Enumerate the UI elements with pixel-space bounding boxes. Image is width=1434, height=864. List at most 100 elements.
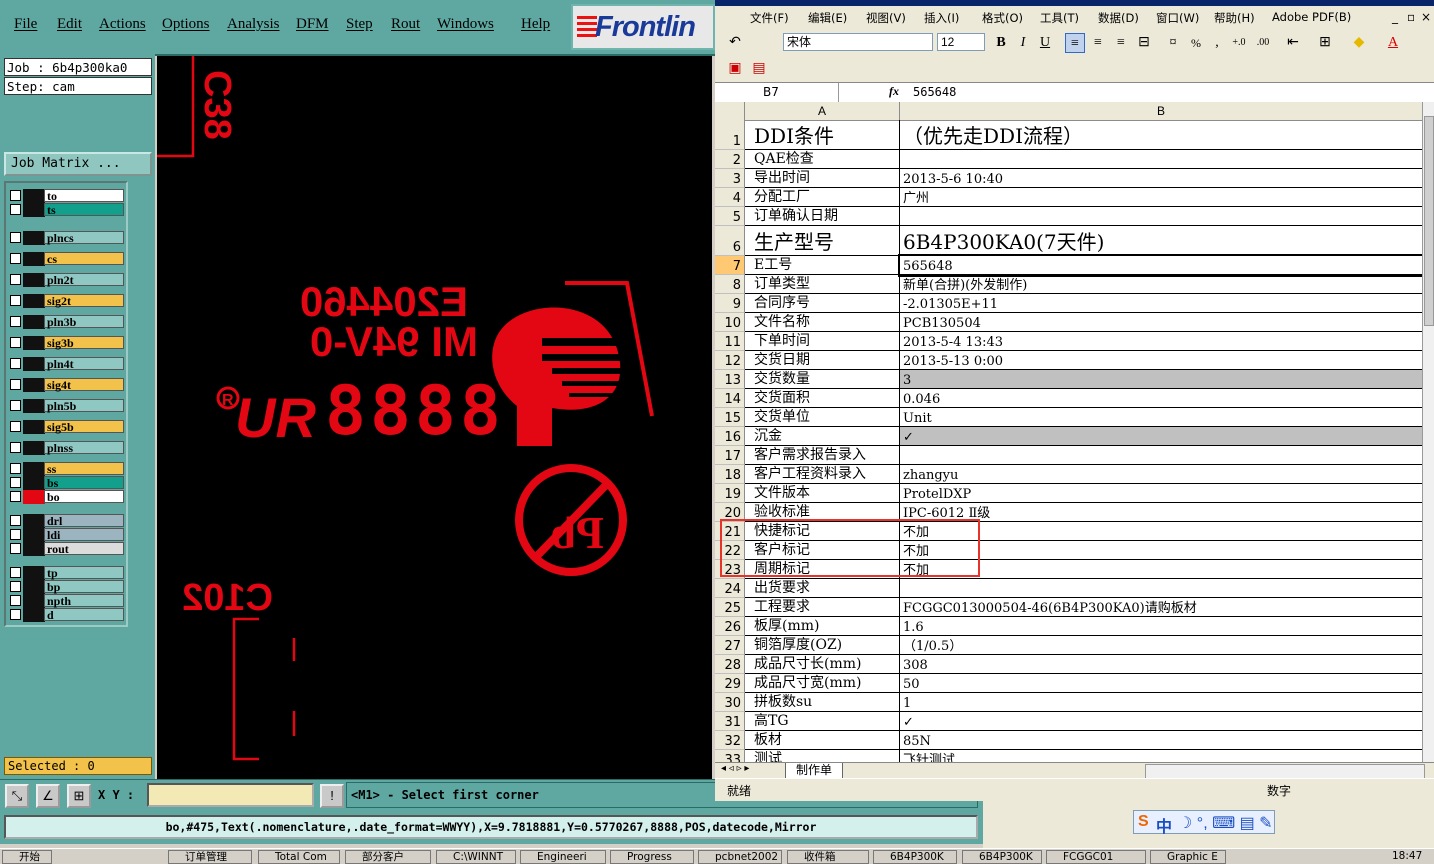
- ime-toolbar[interactable]: S 中 ☽ °, ⌨ ▤ ✎: [1133, 810, 1275, 836]
- layer-name[interactable]: sig2t: [44, 294, 124, 308]
- layer-name[interactable]: pln5b: [44, 399, 124, 413]
- layer-color-swatch[interactable]: [23, 399, 45, 413]
- row-header[interactable]: 7: [715, 256, 745, 275]
- horizontal-scrollbar[interactable]: [1145, 764, 1425, 779]
- layer-row-drl[interactable]: drl: [8, 514, 126, 528]
- snap-grid-icon[interactable]: ⊞: [67, 784, 91, 808]
- cell-b[interactable]: 1.6: [900, 617, 1423, 636]
- xl-menu-tools[interactable]: 工具(T): [1040, 10, 1079, 26]
- layer-color-swatch[interactable]: [23, 476, 45, 490]
- layer-row-pln4t[interactable]: pln4t: [8, 357, 126, 371]
- menu-step[interactable]: Step: [346, 16, 373, 33]
- cell-a[interactable]: 文件版本: [745, 484, 900, 503]
- cell-a[interactable]: 板厚(mm): [745, 617, 900, 636]
- row-header[interactable]: 4: [715, 188, 745, 207]
- layer-color-swatch[interactable]: [23, 378, 45, 392]
- layer-color-swatch[interactable]: [23, 490, 45, 504]
- cell-b[interactable]: （1/0.5）: [900, 636, 1423, 655]
- taskbar-button[interactable]: 部分客户: [345, 850, 431, 864]
- menu-options[interactable]: Options: [162, 16, 210, 33]
- row-header[interactable]: 30: [715, 693, 745, 712]
- layer-name[interactable]: pln2t: [44, 273, 124, 287]
- layer-color-swatch[interactable]: [23, 528, 45, 542]
- cell-b[interactable]: IPC-6012 Ⅱ级: [900, 503, 1423, 522]
- layer-color-swatch[interactable]: [23, 594, 45, 608]
- cell-b[interactable]: 飞针测试: [900, 750, 1423, 762]
- merge-center-icon[interactable]: ⊟: [1134, 33, 1154, 53]
- pdf-mail-icon[interactable]: ▤: [749, 59, 769, 79]
- layer-name[interactable]: tp: [44, 566, 124, 580]
- layer-checkbox[interactable]: [10, 543, 21, 554]
- cell-a[interactable]: 客户标记: [745, 541, 900, 560]
- layer-row-pln3b[interactable]: pln3b: [8, 315, 126, 329]
- row-header[interactable]: 18: [715, 465, 745, 484]
- cell-b[interactable]: [900, 579, 1423, 598]
- layer-name[interactable]: rout: [44, 542, 124, 556]
- layer-row-sig2t[interactable]: sig2t: [8, 294, 126, 308]
- layer-checkbox[interactable]: [10, 204, 21, 215]
- borders-icon[interactable]: ⊞: [1315, 33, 1335, 53]
- menu-help[interactable]: Help: [521, 16, 550, 33]
- row-header[interactable]: 32: [715, 731, 745, 750]
- row-header[interactable]: 19: [715, 484, 745, 503]
- layer-name[interactable]: bp: [44, 580, 124, 594]
- xl-menu-help[interactable]: 帮助(H): [1214, 10, 1255, 26]
- layer-row-tp[interactable]: tp: [8, 566, 126, 580]
- cell-a[interactable]: 高TG: [745, 712, 900, 731]
- measure-icon[interactable]: ∠: [36, 784, 60, 808]
- layer-color-swatch[interactable]: [23, 514, 45, 528]
- layer-name[interactable]: to: [44, 189, 124, 203]
- layer-checkbox[interactable]: [10, 316, 21, 327]
- cell-a[interactable]: 出货要求: [745, 579, 900, 598]
- formula-input[interactable]: 565648: [913, 85, 956, 99]
- cell-b[interactable]: ✓: [900, 427, 1423, 446]
- layer-row-bo[interactable]: bo: [8, 490, 126, 504]
- row-header[interactable]: 2: [715, 150, 745, 169]
- pdf-icon[interactable]: ▣: [725, 59, 745, 79]
- taskbar-button[interactable]: pcbnet2002: [698, 850, 782, 864]
- taskbar-button[interactable]: C:\WINNT: [436, 850, 516, 864]
- cell-a[interactable]: 下单时间: [745, 332, 900, 351]
- menu-actions[interactable]: Actions: [99, 16, 146, 33]
- layer-color-swatch[interactable]: [23, 420, 45, 434]
- cell-a[interactable]: 铜箔厚度(OZ): [745, 636, 900, 655]
- layer-checkbox[interactable]: [10, 463, 21, 474]
- percent-icon[interactable]: %: [1186, 33, 1206, 53]
- job-matrix-button[interactable]: Job Matrix ...: [4, 152, 152, 176]
- cell-b[interactable]: FCGGC013000504-46(6B4P300KA0)请购板材: [900, 598, 1423, 617]
- cell-b[interactable]: 不加: [900, 541, 1423, 560]
- underline-icon[interactable]: U: [1035, 33, 1055, 53]
- layer-color-swatch[interactable]: [23, 566, 45, 580]
- row-header[interactable]: 23: [715, 560, 745, 579]
- cell-a[interactable]: 拼板数su: [745, 693, 900, 712]
- increase-decimal-icon[interactable]: +.0: [1229, 33, 1249, 53]
- row-header[interactable]: 17: [715, 446, 745, 465]
- ime-tools-icon[interactable]: ☽ °, ⌨ ▤ ✎: [1178, 813, 1273, 833]
- layer-checkbox[interactable]: [10, 567, 21, 578]
- align-center-icon[interactable]: ≡: [1088, 33, 1108, 53]
- cell-a[interactable]: 客户工程资料录入: [745, 465, 900, 484]
- fill-color-icon[interactable]: ◆: [1349, 33, 1369, 53]
- cell-a[interactable]: 成品尺寸长(mm): [745, 655, 900, 674]
- layer-name[interactable]: ts: [44, 203, 124, 217]
- layer-color-swatch[interactable]: [23, 231, 45, 245]
- layer-checkbox[interactable]: [10, 529, 21, 540]
- start-button[interactable]: 开始: [2, 850, 52, 864]
- layer-color-swatch[interactable]: [23, 608, 45, 622]
- layer-row-ts[interactable]: ts: [8, 203, 126, 217]
- cell-b[interactable]: Unit: [900, 408, 1423, 427]
- layer-row-sig3b[interactable]: sig3b: [8, 336, 126, 350]
- layer-checkbox[interactable]: [10, 358, 21, 369]
- layer-name[interactable]: ldi: [44, 528, 124, 542]
- layer-checkbox[interactable]: [10, 491, 21, 502]
- indent-icon[interactable]: ⇤: [1283, 33, 1303, 53]
- row-header[interactable]: 14: [715, 389, 745, 408]
- layer-checkbox[interactable]: [10, 232, 21, 243]
- cell-a[interactable]: 交货日期: [745, 351, 900, 370]
- layer-name[interactable]: d: [44, 608, 124, 622]
- layer-checkbox[interactable]: [10, 400, 21, 411]
- spreadsheet-grid[interactable]: A B 1 DDI条件 （优先走DDI流程） 2 QAE检查 3 导出时间 2013-5-6 …: [715, 102, 1434, 762]
- layer-name[interactable]: sig3b: [44, 336, 124, 350]
- layer-color-swatch[interactable]: [23, 203, 45, 217]
- taskbar-button[interactable]: 收件箱: [787, 850, 869, 864]
